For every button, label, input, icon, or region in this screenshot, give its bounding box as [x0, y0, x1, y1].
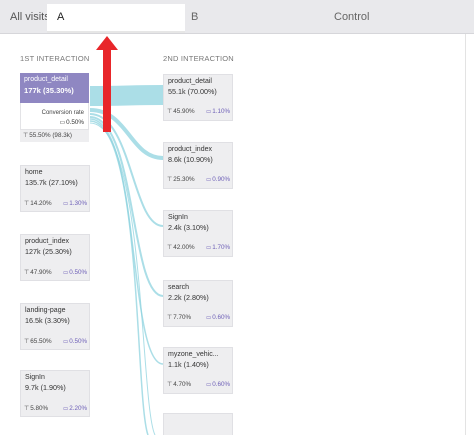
exit-funnel-icon: ⊤	[24, 339, 30, 345]
node-name: home	[25, 169, 43, 176]
node-second-signin[interactable]: SignIn 2.4k (3.10%) ⊤42.00% ▭1.70%	[163, 210, 233, 257]
node-name: SignIn	[168, 214, 188, 221]
exit-rate: ⊤14.20%	[24, 200, 52, 207]
exit-rate: ⊤42.00%	[167, 244, 195, 251]
flow-link-more[interactable]	[89, 120, 149, 435]
exit-funnel-icon: ⊤	[167, 382, 173, 388]
tab-control[interactable]: Control	[334, 0, 369, 34]
exit-funnel-icon: ⊤	[167, 315, 173, 321]
conversion-rate-value: ▭0.50%	[59, 119, 84, 126]
node-second-search[interactable]: search 2.2k (2.80%) ⊤7.70% ▭0.60%	[163, 280, 233, 327]
conversion-rate: ▭1.10%	[206, 108, 231, 115]
node-name: product_detail	[24, 76, 68, 83]
tab-b[interactable]: B	[191, 0, 198, 34]
tab-a[interactable]: A	[47, 4, 185, 33]
node-value: 16.5k (3.30%)	[25, 316, 70, 325]
exit-funnel-icon: ⊤	[24, 201, 30, 207]
node-second-myzone[interactable]: myzone_vehic... 1.1k (1.40%) ⊤4.70% ▭0.6…	[163, 347, 233, 394]
node-value: 55.1k (70.00%)	[168, 87, 217, 96]
node-value: 2.4k (3.10%)	[168, 223, 209, 232]
node-second-partial[interactable]	[163, 413, 233, 435]
conversion-rate: ▭1.70%	[206, 244, 231, 251]
node-first-signin[interactable]: SignIn 9.7k (1.90%) ⊤5.80% ▭2.20%	[20, 370, 90, 417]
conversion-rate: ▭2.20%	[63, 405, 88, 412]
cart-icon: ▭	[206, 109, 212, 115]
node-value: 135.7k (27.10%)	[25, 178, 78, 187]
annotation-arrow	[96, 36, 118, 132]
exit-funnel-icon: ⊤	[167, 245, 173, 251]
conversion-rate: ▭0.60%	[206, 381, 231, 388]
exit-funnel-icon: ⊤	[23, 133, 29, 139]
node-name: myzone_vehic...	[168, 351, 219, 358]
exit-rate: ⊤45.90%	[167, 108, 195, 115]
exit-funnel-icon: ⊤	[24, 270, 30, 276]
node-second-product-index[interactable]: product_index 8.6k (10.90%) ⊤25.30% ▭0.9…	[163, 142, 233, 189]
exit-rate: ⊤65.50%	[24, 338, 52, 345]
node-value: 177k (35.30%)	[24, 86, 74, 95]
node-value: 8.6k (10.90%)	[168, 155, 213, 164]
cart-icon: ▭	[63, 201, 69, 207]
node-value: 2.2k (2.80%)	[168, 293, 209, 302]
cart-icon: ▭	[63, 406, 69, 412]
column-header-first: 1ST INTERACTION	[20, 54, 90, 63]
variant-tab-bar: All visits A B Control	[0, 0, 474, 34]
column-header-second: 2ND INTERACTION	[163, 54, 234, 63]
conversion-rate: ▭0.90%	[206, 176, 231, 183]
node-name: search	[168, 284, 190, 291]
exit-rate: ⊤4.70%	[167, 381, 192, 388]
exit-rate: ⊤55.50% (98.3k)	[23, 132, 72, 139]
node-name: SignIn	[25, 374, 45, 381]
node-value: 127k (25.30%)	[25, 247, 72, 256]
node-first-product-index[interactable]: product_index 127k (25.30%) ⊤47.90% ▭0.5…	[20, 234, 90, 281]
cart-icon: ▭	[59, 120, 66, 126]
node-conversion-panel: Conversion rate ▭0.50%	[20, 103, 89, 130]
conversion-rate: ▭0.50%	[63, 338, 88, 345]
node-second-product-detail[interactable]: product_detail 55.1k (70.00%) ⊤45.90% ▭1…	[163, 74, 233, 121]
node-name: product_index	[25, 238, 69, 245]
cart-icon: ▭	[206, 315, 212, 321]
node-footer: ⊤55.50% (98.3k)	[20, 130, 89, 142]
node-value: 9.7k (1.90%)	[25, 383, 66, 392]
cart-icon: ▭	[206, 177, 212, 183]
conversion-rate: ▭1.30%	[63, 200, 88, 207]
exit-rate: ⊤5.80%	[24, 405, 49, 412]
flow-link-more-2[interactable]	[89, 122, 156, 435]
conversion-rate: ▭0.50%	[63, 269, 88, 276]
conversion-rate-label: Conversion rate	[41, 110, 84, 116]
right-divider	[465, 34, 466, 435]
exit-funnel-icon: ⊤	[167, 177, 173, 183]
node-first-landing-page[interactable]: landing-page 16.5k (3.30%) ⊤65.50% ▭0.50…	[20, 303, 90, 350]
node-name: product_detail	[168, 78, 212, 85]
exit-funnel-icon: ⊤	[24, 406, 30, 412]
node-name: product_index	[168, 146, 212, 153]
exit-rate: ⊤25.30%	[167, 176, 195, 183]
exit-funnel-icon: ⊤	[167, 109, 173, 115]
cart-icon: ▭	[206, 245, 212, 251]
node-first-product-detail[interactable]: product_detail 177k (35.30%) Conversion …	[20, 73, 90, 143]
cart-icon: ▭	[63, 270, 69, 276]
cart-icon: ▭	[206, 382, 212, 388]
node-value: 1.1k (1.40%)	[168, 360, 209, 369]
tab-all-visits[interactable]: All visits	[10, 0, 50, 34]
flow-link-myzone[interactable]	[89, 118, 164, 365]
node-header: product_detail 177k (35.30%)	[20, 73, 89, 103]
exit-rate: ⊤47.90%	[24, 269, 52, 276]
exit-rate: ⊤7.70%	[167, 314, 192, 321]
node-first-home[interactable]: home 135.7k (27.10%) ⊤14.20% ▭1.30%	[20, 165, 90, 212]
conversion-rate: ▭0.60%	[206, 314, 231, 321]
node-name: landing-page	[25, 307, 66, 314]
cart-icon: ▭	[63, 339, 69, 345]
flow-link-search[interactable]	[89, 116, 164, 297]
